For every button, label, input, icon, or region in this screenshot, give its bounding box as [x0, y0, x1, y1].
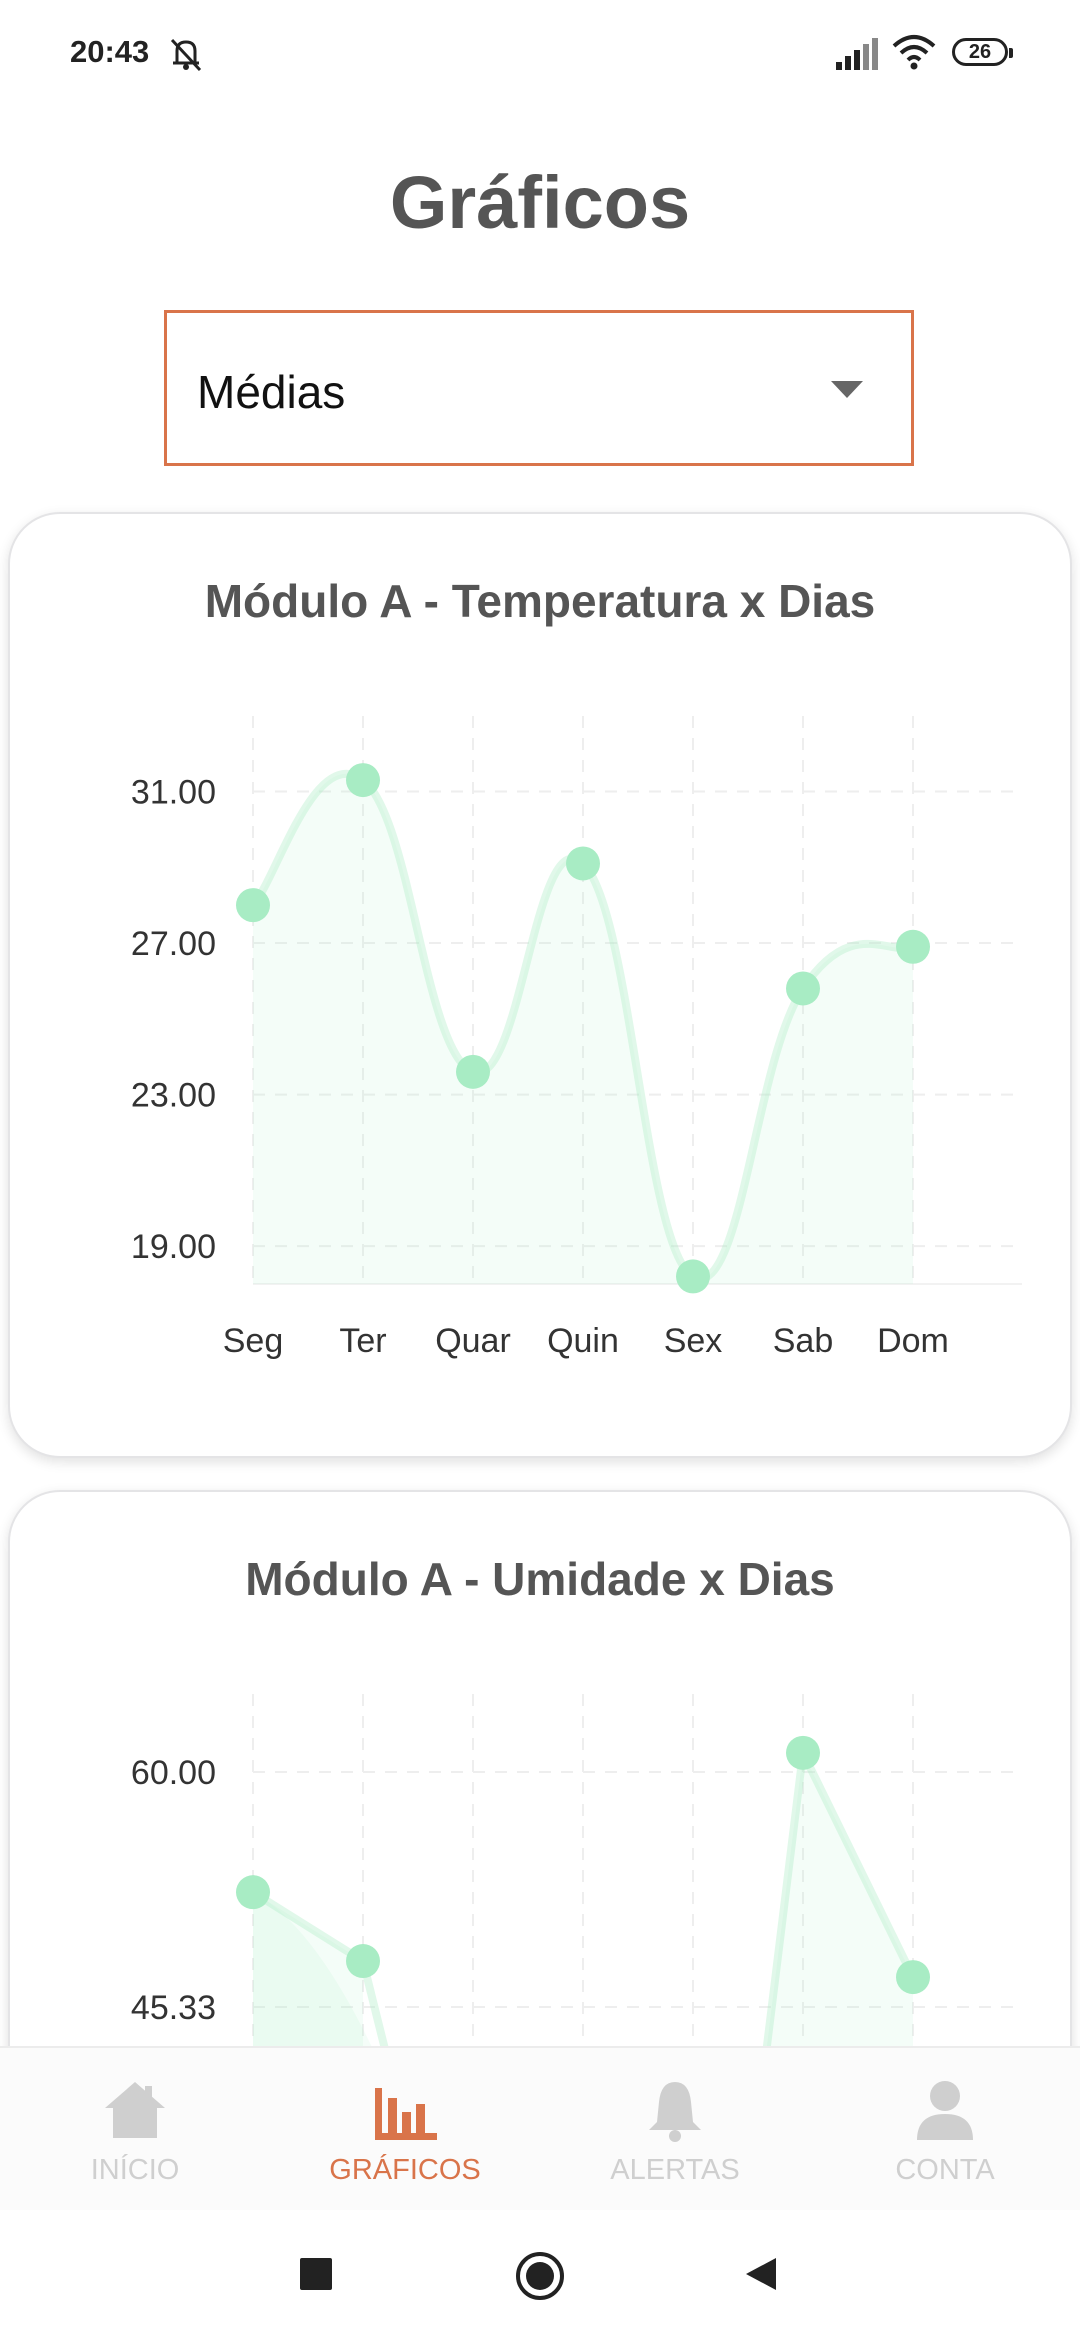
data-point [236, 1875, 270, 1910]
y-tick-label: 31.00 [131, 773, 216, 811]
y-tick-label: 19.00 [131, 1228, 216, 1266]
battery-indicator: 26 [952, 38, 1013, 66]
data-point [346, 763, 380, 798]
home-button[interactable] [514, 2250, 566, 2307]
x-tick-label: Sab [773, 1322, 834, 1360]
humidity-chart-card: Módulo A - Umidade x Dias 60.00 45.33 [8, 1490, 1072, 2110]
nav-label: ALERTAS [610, 2154, 740, 2186]
x-tick-label: Seg [223, 1322, 284, 1360]
nav-item-inicio[interactable]: INÍCIO [0, 2048, 270, 2212]
back-button[interactable] [742, 2256, 778, 2297]
home-icon [105, 2082, 165, 2138]
data-point [786, 1735, 820, 1770]
x-tick-label: Quar [435, 1322, 511, 1360]
recent-apps-button[interactable] [300, 2258, 332, 2295]
humidity-chart: 60.00 45.33 [131, 1694, 1022, 2108]
data-point [346, 1944, 380, 1979]
nav-item-conta[interactable]: CONTA [810, 2048, 1080, 2212]
y-tick-label: 45.33 [131, 1989, 216, 2027]
user-icon [917, 2081, 973, 2140]
app-screen: 20:43 26 Gráficos Médias Módulo A - Temp… [0, 0, 1080, 2340]
bar-chart-icon [375, 2088, 437, 2140]
data-point [896, 929, 930, 964]
data-point [566, 846, 600, 881]
system-navigation-bar [0, 2210, 1080, 2340]
y-tick-label: 23.00 [131, 1077, 216, 1115]
data-point [236, 888, 270, 923]
page-title: Gráficos [389, 161, 691, 244]
period-select[interactable]: Médias [164, 310, 914, 466]
cellular-signal-icon [836, 38, 880, 75]
nav-label: GRÁFICOS [329, 2154, 481, 2186]
temperature-chart: 31.00 27.00 23.00 19.00 Seg Ter Quar Quin Sex Sab… [131, 716, 1022, 1360]
data-point [786, 971, 820, 1006]
select-value: Médias [197, 366, 346, 418]
status-time: 20:43 [70, 34, 150, 69]
nav-item-graficos[interactable]: GRÁFICOS [270, 2048, 540, 2212]
y-tick-label: 60.00 [131, 1754, 216, 1792]
y-tick-label: 27.00 [131, 925, 216, 963]
x-tick-label: Ter [339, 1322, 386, 1360]
x-tick-label: Dom [877, 1322, 949, 1360]
notifications-muted-icon [166, 34, 206, 79]
data-point [896, 1960, 930, 1995]
temperature-chart-card: Módulo A - Temperatura x Dias 31.00 27.00… [8, 512, 1072, 1458]
nav-label: INÍCIO [90, 2154, 180, 2186]
x-tick-label: Sex [664, 1322, 723, 1360]
caret-down-icon [831, 381, 863, 398]
status-bar: 20:43 26 [0, 0, 1080, 110]
data-point [676, 1259, 710, 1294]
nav-item-alertas[interactable]: ALERTAS [540, 2048, 810, 2212]
nav-label: CONTA [895, 2154, 995, 2186]
bottom-navigation: INÍCIO GRÁFICOS ALERTAS CONTA [0, 2046, 1080, 2212]
bell-icon [649, 2082, 701, 2142]
x-tick-label: Quin [547, 1322, 619, 1360]
data-point [456, 1054, 490, 1089]
wifi-icon [892, 34, 936, 75]
